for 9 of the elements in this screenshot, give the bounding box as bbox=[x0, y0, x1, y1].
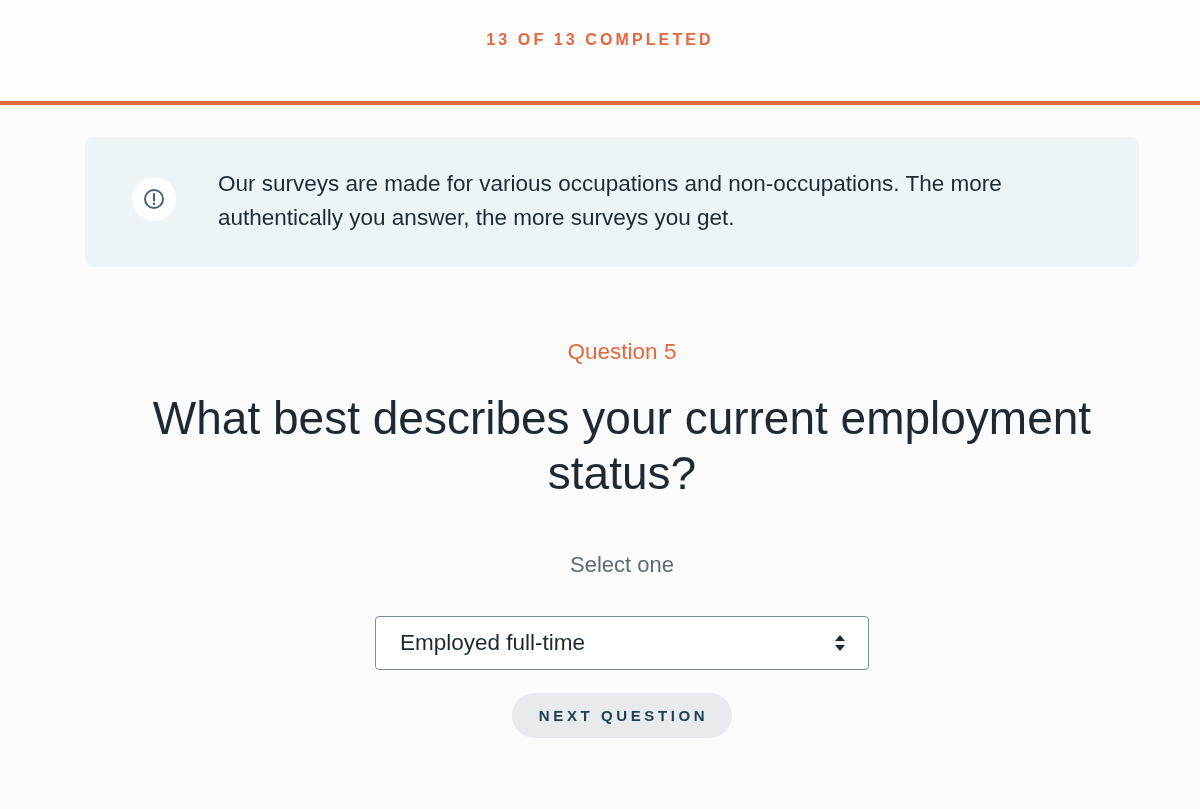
progress-label: 13 OF 13 COMPLETED bbox=[486, 30, 714, 50]
question-number: Question 5 bbox=[567, 338, 677, 365]
instruction-text: Select one bbox=[570, 552, 674, 578]
next-question-button[interactable]: NEXT QUESTION bbox=[511, 693, 733, 738]
answer-dropdown[interactable]: Employed full-time bbox=[375, 616, 869, 670]
alert-icon bbox=[132, 177, 176, 221]
question-title: What best describes your current employment status? bbox=[151, 391, 1093, 501]
up-down-arrows-icon bbox=[835, 635, 845, 651]
info-message: Our surveys are made for various occupations and non-occupations. The more authentically you answer, the more surveys you get. bbox=[218, 170, 1003, 232]
